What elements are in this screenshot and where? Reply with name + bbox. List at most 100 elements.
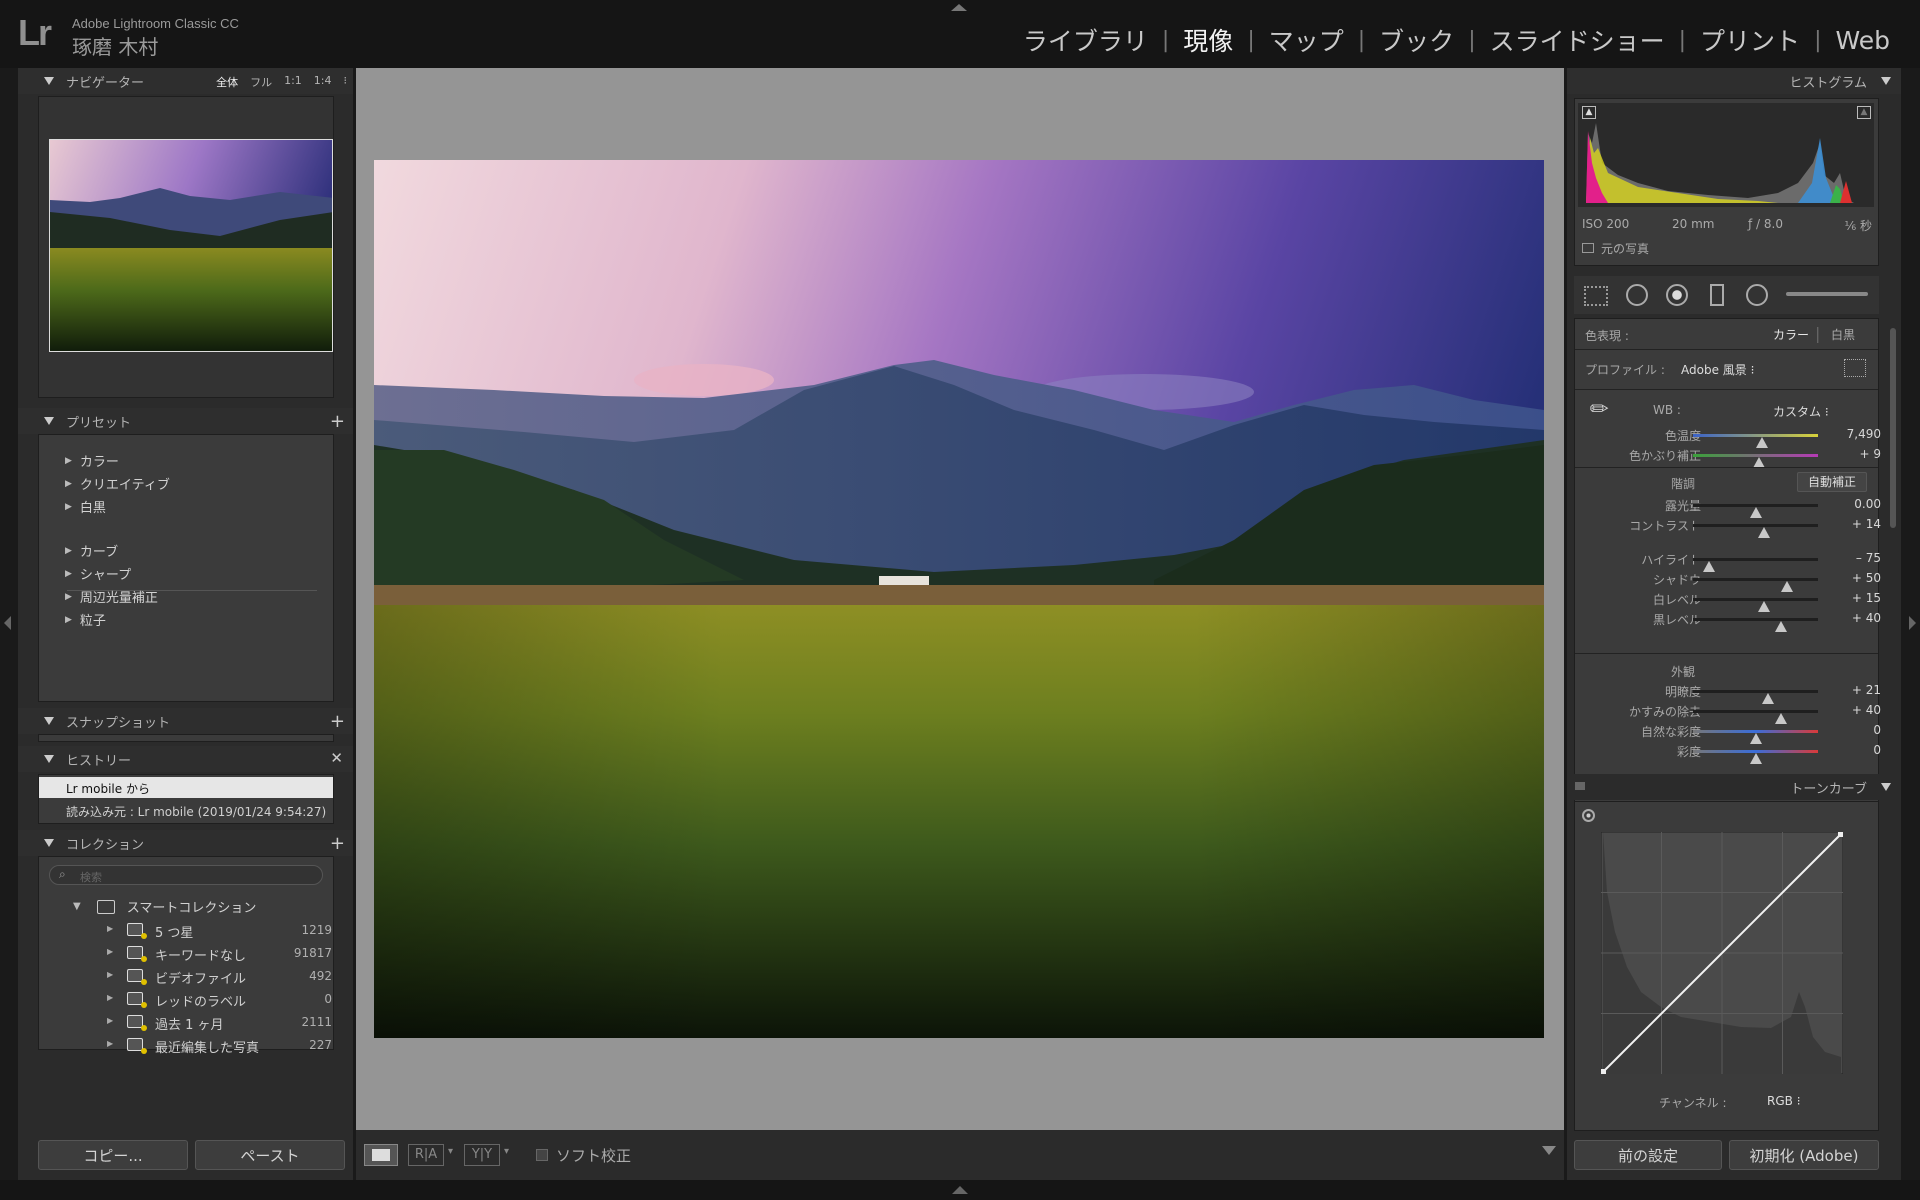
expand-triangle-icon[interactable]: ▶: [65, 615, 72, 625]
smart-collection-item[interactable]: ▶ レッドのラベル 0: [19, 988, 354, 1011]
highlight-clipping-icon[interactable]: ▲: [1857, 106, 1871, 119]
collapse-triangle-icon[interactable]: [1881, 77, 1891, 85]
collapse-triangle-icon[interactable]: [44, 417, 54, 425]
slider-value[interactable]: + 40: [1815, 703, 1881, 717]
reset-button[interactable]: 初期化 (Adobe): [1729, 1140, 1879, 1170]
slider-value[interactable]: 0: [1815, 723, 1881, 737]
expand-triangle-icon[interactable]: ▶: [107, 970, 113, 979]
dropdown-arrow-icon[interactable]: ▾: [504, 1146, 509, 1157]
slider-value[interactable]: + 9: [1815, 447, 1881, 461]
before-after-yy-icon[interactable]: Y|Y: [464, 1144, 500, 1166]
red-eye-icon[interactable]: [1666, 284, 1688, 306]
collapse-triangle-icon[interactable]: [44, 755, 54, 763]
loupe-view-icon[interactable]: [364, 1144, 398, 1166]
module-0[interactable]: ライブラリ: [1009, 22, 1162, 58]
slider-value[interactable]: 0: [1815, 743, 1881, 757]
main-photo[interactable]: [374, 160, 1544, 1038]
smart-collection-item[interactable]: ▶ ビデオファイル 492: [19, 965, 354, 988]
copy-button[interactable]: コピー...: [38, 1140, 188, 1170]
expand-triangle-icon[interactable]: ▶: [107, 1016, 113, 1025]
profile-select[interactable]: Adobe 風景 ⁝: [1681, 361, 1754, 378]
preset-group[interactable]: ▶ クリエイティブ: [65, 474, 170, 493]
module-1[interactable]: 現像: [1169, 22, 1247, 58]
original-photo-checkbox[interactable]: [1582, 243, 1594, 253]
profile-browser-icon[interactable]: [1844, 359, 1866, 377]
treatment-bw-option[interactable]: 白黒: [1831, 326, 1855, 343]
smart-collection-item[interactable]: ▶ キーワードなし 91817: [19, 942, 354, 965]
toolbar-options-icon[interactable]: [1542, 1146, 1556, 1155]
smart-collection-item[interactable]: ▶ 5 つ星 1219: [19, 919, 354, 942]
preset-group[interactable]: ▶ カーブ: [65, 541, 118, 560]
module-5[interactable]: プリント: [1686, 22, 1814, 58]
slider-track[interactable]: [1693, 710, 1818, 724]
smart-collection-item[interactable]: ▶ 最近編集した写真 227: [19, 1034, 354, 1057]
collapse-triangle-icon[interactable]: [1881, 783, 1891, 791]
preset-group[interactable]: ▶ 白黒: [65, 497, 106, 516]
slider-thumb[interactable]: [1758, 527, 1771, 538]
expand-triangle-icon[interactable]: ▶: [65, 569, 72, 579]
expand-triangle-icon[interactable]: ▶: [107, 947, 113, 956]
wb-eyedropper-icon[interactable]: ✎: [1585, 394, 1616, 425]
preset-group[interactable]: ▶ 粒子: [65, 610, 106, 629]
slider-value[interactable]: – 75: [1815, 551, 1881, 565]
channel-select[interactable]: RGB ⁝: [1767, 1094, 1801, 1108]
preset-group[interactable]: ▶ カラー: [65, 451, 119, 470]
add-collection-icon[interactable]: +: [330, 833, 345, 854]
slider-track[interactable]: [1693, 730, 1818, 744]
navigator-zoom-option[interactable]: 全体: [216, 74, 238, 90]
snapshots-header[interactable]: スナップショット +: [18, 708, 353, 734]
collapse-triangle-icon[interactable]: [44, 839, 54, 847]
wb-select[interactable]: カスタム ⁝: [1773, 403, 1829, 420]
expand-triangle-icon[interactable]: ▶: [107, 1039, 113, 1048]
slider-value[interactable]: + 50: [1815, 571, 1881, 585]
slider-track[interactable]: [1693, 750, 1818, 764]
slider-track[interactable]: [1693, 558, 1818, 572]
dropdown-arrow-icon[interactable]: ▾: [448, 1146, 453, 1157]
slider-track[interactable]: [1693, 618, 1818, 632]
collapse-right-panel-icon[interactable]: [1909, 616, 1916, 630]
slider-track[interactable]: [1693, 434, 1818, 448]
expand-triangle-icon[interactable]: ▶: [107, 924, 113, 933]
expand-triangle-icon[interactable]: ▶: [65, 546, 72, 556]
panel-toggle-icon[interactable]: [1575, 782, 1585, 790]
history-header[interactable]: ヒストリー ✕: [18, 746, 353, 772]
slider-track[interactable]: [1693, 690, 1818, 704]
radial-filter-icon[interactable]: [1746, 284, 1768, 306]
add-snapshot-icon[interactable]: +: [330, 711, 345, 732]
expand-triangle-icon[interactable]: ▼: [73, 901, 81, 912]
module-2[interactable]: マップ: [1255, 22, 1358, 58]
navigator-zoom-option[interactable]: フル: [250, 74, 272, 90]
history-item[interactable]: Lr mobile から: [39, 777, 333, 798]
module-4[interactable]: スライドショー: [1476, 22, 1679, 58]
add-preset-icon[interactable]: +: [330, 411, 345, 432]
navigator-thumbnail[interactable]: [49, 139, 333, 352]
collections-header[interactable]: コレクション +: [18, 830, 353, 856]
graduated-filter-icon[interactable]: [1710, 284, 1724, 306]
slider-value[interactable]: + 40: [1815, 611, 1881, 625]
crop-tool-icon[interactable]: [1584, 286, 1608, 306]
zoom-dropdown-icon[interactable]: ⁝: [344, 74, 348, 90]
treatment-color-option[interactable]: カラー: [1773, 326, 1809, 343]
spot-removal-icon[interactable]: [1626, 284, 1648, 306]
right-panel-scrollbar[interactable]: [1890, 328, 1896, 528]
preset-group[interactable]: ▶ シャープ: [65, 564, 131, 583]
auto-tone-button[interactable]: 自動補正: [1797, 472, 1867, 492]
slider-value[interactable]: 0.00: [1815, 497, 1881, 511]
slider-track[interactable]: [1693, 504, 1818, 518]
expand-filmstrip-icon[interactable]: [952, 1186, 968, 1194]
tone-curve-graph[interactable]: [1601, 832, 1843, 1074]
expand-triangle-icon[interactable]: ▶: [65, 479, 72, 489]
soft-proof-checkbox[interactable]: [536, 1149, 548, 1161]
slider-value[interactable]: + 21: [1815, 683, 1881, 697]
clear-history-icon[interactable]: ✕: [330, 749, 343, 767]
history-item[interactable]: 読み込み元 : Lr mobile (2019/01/24 9:54:27): [39, 800, 333, 821]
slider-track[interactable]: [1693, 454, 1818, 468]
module-6[interactable]: Web: [1821, 26, 1904, 55]
before-after-lr-icon[interactable]: R|A: [408, 1144, 444, 1166]
slider-thumb[interactable]: [1774, 621, 1787, 632]
slider-track[interactable]: [1693, 524, 1818, 538]
slider-value[interactable]: 7,490: [1815, 427, 1881, 441]
tone-curve-header[interactable]: トーンカーブ: [1567, 774, 1901, 800]
collapse-top-arrow-icon[interactable]: [951, 4, 967, 11]
adjustment-brush-icon[interactable]: [1786, 292, 1868, 296]
